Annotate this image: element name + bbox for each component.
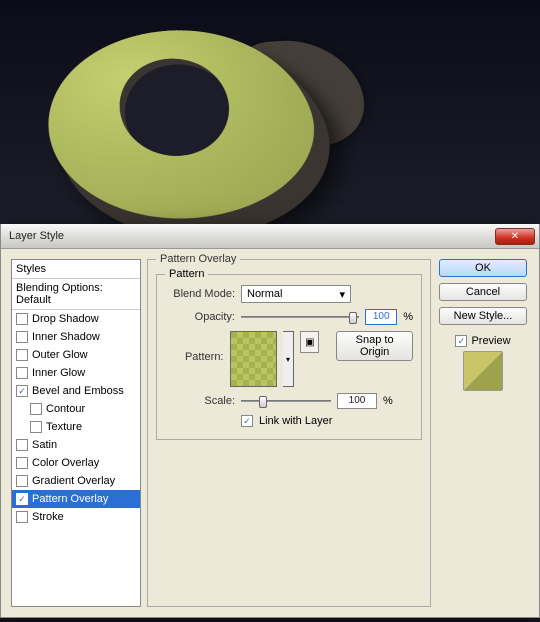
style-item-label: Color Overlay bbox=[32, 457, 99, 469]
titlebar[interactable]: Layer Style ✕ bbox=[1, 224, 539, 249]
style-item-label: Inner Glow bbox=[32, 367, 85, 379]
blend-mode-value: Normal bbox=[247, 288, 282, 300]
style-checkbox[interactable] bbox=[16, 331, 28, 343]
style-item-inner-shadow[interactable]: Inner Shadow bbox=[12, 328, 140, 346]
style-item-label: Bevel and Emboss bbox=[32, 385, 124, 397]
ok-button[interactable]: OK bbox=[439, 259, 527, 277]
preview-swatch bbox=[463, 351, 503, 391]
style-item-label: Drop Shadow bbox=[32, 313, 99, 325]
scale-unit: % bbox=[383, 395, 393, 407]
style-item-label: Stroke bbox=[32, 511, 64, 523]
close-icon: ✕ bbox=[511, 231, 519, 242]
style-checkbox[interactable] bbox=[16, 511, 28, 523]
styles-header[interactable]: Styles bbox=[12, 260, 140, 279]
style-checkbox[interactable] bbox=[16, 457, 28, 469]
link-with-layer-checkbox[interactable] bbox=[241, 415, 253, 427]
new-pattern-button[interactable]: ▣ bbox=[300, 331, 319, 353]
chevron-down-icon: ▾ bbox=[339, 288, 345, 301]
snap-to-origin-button[interactable]: Snap to Origin bbox=[336, 331, 413, 361]
style-item-gradient-overlay[interactable]: Gradient Overlay bbox=[12, 472, 140, 490]
pattern-picker-arrow[interactable]: ▾ bbox=[283, 331, 295, 387]
style-item-outer-glow[interactable]: Outer Glow bbox=[12, 346, 140, 364]
layer-style-dialog: Layer Style ✕ Styles Blending Options: D… bbox=[0, 224, 540, 618]
style-item-label: Inner Shadow bbox=[32, 331, 100, 343]
style-item-label: Pattern Overlay bbox=[32, 493, 108, 505]
style-checkbox[interactable] bbox=[16, 367, 28, 379]
blend-mode-label: Blend Mode: bbox=[165, 288, 235, 300]
styles-list: Styles Blending Options: Default Drop Sh… bbox=[11, 259, 141, 607]
pattern-overlay-group: Pattern Overlay Pattern Blend Mode: Norm… bbox=[147, 259, 431, 607]
style-item-label: Contour bbox=[46, 403, 85, 415]
preview-checkbox[interactable] bbox=[455, 335, 467, 347]
style-item-label: Satin bbox=[32, 439, 57, 451]
style-item-label: Outer Glow bbox=[32, 349, 88, 361]
opacity-unit: % bbox=[403, 311, 413, 323]
style-item-contour[interactable]: Contour bbox=[12, 400, 140, 418]
subgroup-title: Pattern bbox=[165, 268, 208, 280]
style-item-stroke[interactable]: Stroke bbox=[12, 508, 140, 526]
style-checkbox[interactable] bbox=[16, 439, 28, 451]
style-item-label: Gradient Overlay bbox=[32, 475, 115, 487]
canvas-art-d bbox=[38, 25, 343, 224]
close-button[interactable]: ✕ bbox=[495, 228, 535, 245]
new-style-button[interactable]: New Style... bbox=[439, 307, 527, 325]
pattern-label: Pattern: bbox=[165, 351, 224, 363]
preview-label: Preview bbox=[471, 335, 510, 347]
style-checkbox[interactable] bbox=[16, 475, 28, 487]
scale-slider[interactable] bbox=[241, 394, 331, 408]
opacity-input[interactable]: 100 bbox=[365, 309, 397, 325]
dialog-buttons: OK Cancel New Style... Preview bbox=[437, 259, 529, 607]
style-item-color-overlay[interactable]: Color Overlay bbox=[12, 454, 140, 472]
style-checkbox[interactable] bbox=[16, 493, 28, 505]
style-checkbox[interactable] bbox=[30, 421, 42, 433]
style-item-inner-glow[interactable]: Inner Glow bbox=[12, 364, 140, 382]
scale-label: Scale: bbox=[165, 395, 235, 407]
new-doc-icon: ▣ bbox=[305, 337, 314, 348]
style-item-drop-shadow[interactable]: Drop Shadow bbox=[12, 310, 140, 328]
pattern-swatch[interactable] bbox=[230, 331, 277, 387]
document-canvas bbox=[0, 0, 540, 224]
style-item-bevel-and-emboss[interactable]: Bevel and Emboss bbox=[12, 382, 140, 400]
pattern-subgroup: Pattern Blend Mode: Normal ▾ Opacity: 10… bbox=[156, 274, 422, 440]
style-item-label: Texture bbox=[46, 421, 82, 433]
style-item-pattern-overlay[interactable]: Pattern Overlay bbox=[12, 490, 140, 508]
window-title: Layer Style bbox=[9, 230, 495, 242]
style-item-texture[interactable]: Texture bbox=[12, 418, 140, 436]
style-checkbox[interactable] bbox=[30, 403, 42, 415]
style-checkbox[interactable] bbox=[16, 313, 28, 325]
style-checkbox[interactable] bbox=[16, 385, 28, 397]
blend-mode-select[interactable]: Normal ▾ bbox=[241, 285, 351, 303]
group-title: Pattern Overlay bbox=[156, 253, 240, 265]
opacity-slider[interactable] bbox=[241, 310, 359, 324]
cancel-button[interactable]: Cancel bbox=[439, 283, 527, 301]
style-checkbox[interactable] bbox=[16, 349, 28, 361]
link-with-layer-label: Link with Layer bbox=[259, 415, 332, 427]
blending-options[interactable]: Blending Options: Default bbox=[12, 279, 140, 310]
scale-input[interactable]: 100 bbox=[337, 393, 377, 409]
opacity-label: Opacity: bbox=[165, 311, 235, 323]
style-item-satin[interactable]: Satin bbox=[12, 436, 140, 454]
